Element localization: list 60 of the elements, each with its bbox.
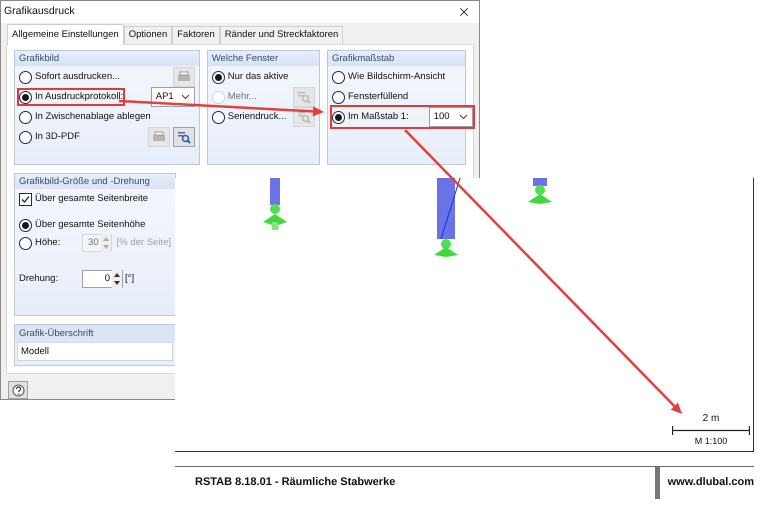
radio-button[interactable] (19, 130, 32, 144)
option-label[interactable]: In 3D-PDF (35, 130, 80, 144)
radio-button[interactable] (19, 110, 32, 124)
radio-button[interactable] (332, 110, 345, 124)
unit-label: [°] (125, 272, 134, 286)
magnifier-icon (176, 130, 191, 144)
spinner-arrows-icon (100, 234, 111, 252)
preview-button[interactable] (172, 127, 195, 147)
printer-icon (152, 131, 166, 143)
scale-distance: 2 m (702, 412, 720, 426)
program-name: RSTAB 8.18.01 - Räumliche Stabwerke (195, 475, 396, 490)
spin-field[interactable]: 0 (82, 270, 123, 288)
checkbox[interactable] (19, 192, 32, 206)
close-icon[interactable] (457, 5, 471, 19)
dropdown[interactable]: 100 (428, 107, 473, 127)
window-title: Grafikausdruck (4, 4, 75, 20)
spin-field[interactable]: 30 (82, 234, 112, 252)
help-button[interactable] (8, 381, 28, 399)
help-icon (12, 384, 24, 396)
printer-icon (176, 71, 191, 83)
option-label[interactable]: Fensterfüllend (348, 90, 408, 104)
spinner-arrows-icon (112, 270, 122, 288)
chevron-down-icon (180, 94, 190, 100)
group-title: Grafik-Überschrift (15, 325, 175, 342)
tab[interactable]: Optionen (124, 26, 172, 44)
radio-button[interactable] (212, 70, 225, 84)
heading-field[interactable]: Modell (17, 342, 173, 361)
checkbox-label[interactable]: Über gesamte Seitenbreite (35, 192, 148, 206)
option-label[interactable]: Über gesamte Seitenhöhe (35, 218, 146, 232)
option-label[interactable]: Im Maßstab 1: (348, 110, 409, 124)
radio-button[interactable] (19, 70, 32, 84)
option-label[interactable]: Seriendruck... (228, 110, 286, 124)
radio-button[interactable] (19, 90, 32, 104)
magnifier-icon (297, 110, 311, 124)
option-label[interactable]: Höhe: (35, 236, 79, 250)
radio-button[interactable] (19, 218, 32, 232)
group-title: Welche Fenster (208, 51, 319, 66)
group-title: Grafikbild-Größe und -Drehung (15, 174, 175, 189)
option-label[interactable]: Wie Bildschirm-Ansicht (348, 70, 446, 84)
unit-label: [% der Seite] (116, 236, 171, 250)
scale-label: M 1:100 (694, 434, 728, 448)
tab[interactable]: Ränder und Streckfaktoren (220, 26, 344, 44)
radio-button[interactable] (212, 110, 225, 124)
magnifier-icon (297, 90, 311, 104)
rotation-label: Drehung: (19, 272, 60, 286)
tab[interactable]: Faktoren (172, 26, 220, 44)
group-title: Grafikmaßstab (328, 51, 465, 66)
website: www.dlubal.com (668, 475, 754, 490)
option-label[interactable]: Sofort ausdrucken... (35, 70, 120, 84)
chevron-down-icon (458, 114, 468, 120)
print-button[interactable] (148, 127, 170, 147)
tab[interactable]: Allgemeine Einstellungen (7, 24, 124, 45)
group-title: Grafikbild (15, 51, 199, 66)
option-label[interactable]: In Zwischenablage ablegen (35, 110, 151, 124)
radio-button[interactable] (332, 70, 345, 84)
radio-button[interactable] (19, 236, 32, 250)
option-label[interactable]: In Ausdruckprotokoll: (35, 90, 124, 104)
radio-button[interactable] (332, 90, 345, 104)
option-label[interactable]: Nur das aktive (228, 70, 288, 84)
print-button[interactable] (172, 67, 195, 87)
